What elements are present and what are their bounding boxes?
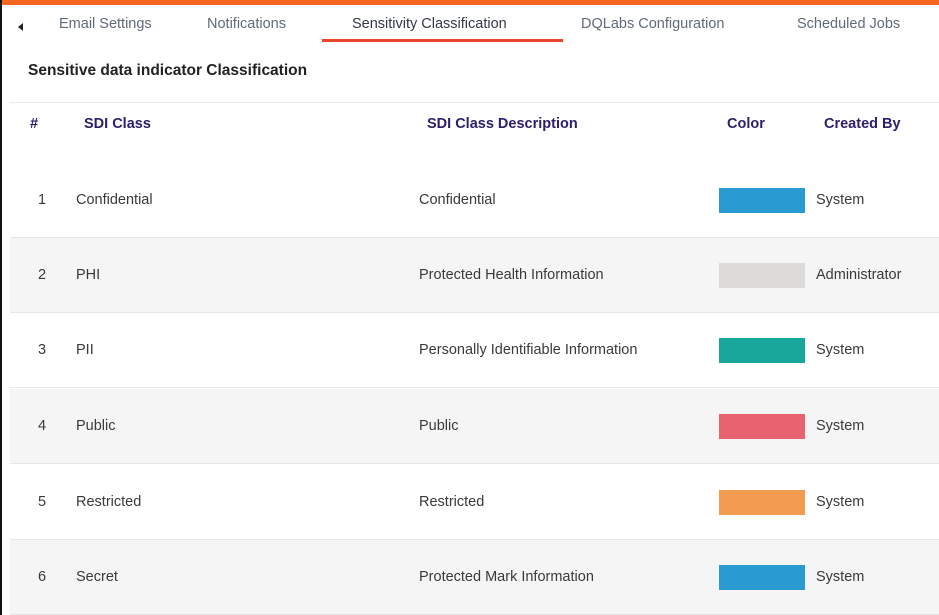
column-header-description[interactable]: SDI Class Description (427, 116, 578, 132)
row-number: 6 (38, 569, 47, 585)
tab-sensitivity-classification[interactable]: Sensitivity Classification (352, 16, 507, 32)
sdi-class: PHI (76, 267, 101, 283)
table-row[interactable]: 1 Confidential Confidential System (10, 163, 939, 238)
row-number: 5 (38, 494, 47, 510)
sdi-class-description: Confidential (419, 192, 496, 208)
row-number: 3 (38, 342, 47, 358)
created-by: System (816, 569, 865, 585)
tab-dqlabs-configuration[interactable]: DQLabs Configuration (581, 16, 724, 32)
sdi-class: PII (76, 342, 94, 358)
color-swatch (719, 414, 805, 439)
table-row[interactable]: 2 PHI Protected Health Information Administ… (10, 238, 939, 313)
table-row[interactable]: 6 Secret Protected Mark Information System (10, 540, 939, 615)
row-number: 1 (38, 192, 47, 208)
created-by: Administrator (816, 267, 902, 283)
created-by: System (816, 494, 865, 510)
column-header-color[interactable]: Color (727, 116, 765, 132)
created-by: System (816, 192, 865, 208)
active-tab-indicator (322, 39, 563, 42)
table-row[interactable]: 5 Restricted Restricted System (10, 465, 939, 540)
section-title: Sensitive data indicator Classification (28, 62, 308, 79)
tab-email-settings[interactable]: Email Settings (59, 16, 152, 32)
sdi-class-description: Personally Identifiable Information (419, 342, 638, 358)
sdi-class: Confidential (76, 192, 153, 208)
column-header-number[interactable]: # (30, 116, 38, 132)
color-swatch (719, 490, 805, 515)
sdi-class: Secret (76, 569, 118, 585)
sdi-class: Public (76, 418, 116, 434)
table-row[interactable]: 3 PII Personally Identifiable Information S… (10, 313, 939, 388)
scroll-tabs-left-icon[interactable] (18, 23, 23, 31)
row-number: 4 (38, 418, 47, 434)
tab-scheduled-jobs[interactable]: Scheduled Jobs (797, 16, 900, 32)
settings-panel: Email Settings Notifications Sensitivity… (0, 0, 939, 615)
sdi-class-description: Protected Health Information (419, 267, 604, 283)
tab-bar: Email Settings Notifications Sensitivity… (2, 5, 939, 43)
sdi-class-description: Public (419, 418, 459, 434)
row-number: 2 (38, 267, 47, 283)
sdi-class-description: Protected Mark Information (419, 569, 594, 585)
color-swatch (719, 188, 805, 213)
row-divider (10, 387, 939, 388)
table-row[interactable]: 4 Public Public System (10, 389, 939, 464)
color-swatch (719, 338, 805, 363)
row-divider (10, 463, 939, 464)
color-swatch (719, 565, 805, 590)
column-header-created-by[interactable]: Created By (824, 116, 901, 132)
created-by: System (816, 418, 865, 434)
sdi-class-description: Restricted (419, 494, 485, 510)
column-header-sdi-class[interactable]: SDI Class (84, 116, 151, 132)
tab-notifications[interactable]: Notifications (207, 16, 286, 32)
color-swatch (719, 263, 805, 288)
divider (10, 102, 939, 103)
created-by: System (816, 342, 865, 358)
sdi-class: Restricted (76, 494, 142, 510)
